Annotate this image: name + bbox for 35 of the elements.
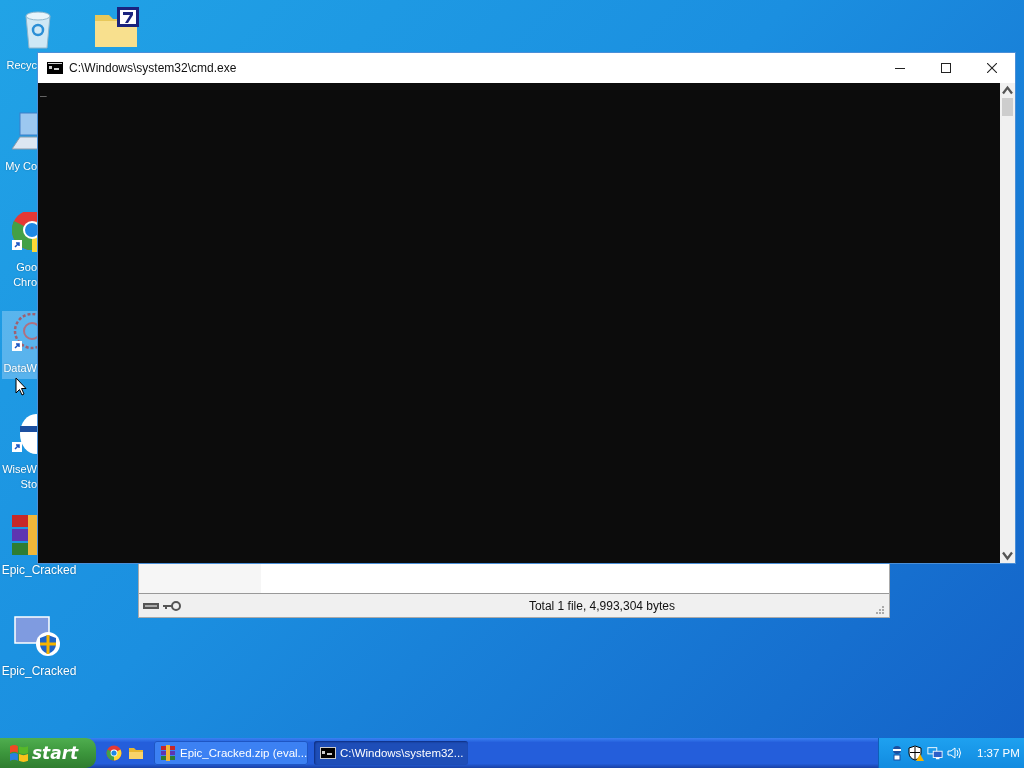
archive-icon xyxy=(12,515,38,555)
icon-label: WiseW Sto xyxy=(1,462,37,492)
taskbar-button[interactable]: Epic_Cracked.zip (eval... xyxy=(154,741,308,765)
drive-icon xyxy=(143,601,159,610)
console-icon xyxy=(47,62,63,74)
icon-label: Epic_Cracked xyxy=(0,664,78,679)
resize-grip-icon[interactable] xyxy=(875,605,885,615)
key-icon xyxy=(163,600,181,611)
start-button[interactable]: start xyxy=(0,738,96,768)
maximize-icon xyxy=(941,63,951,73)
browser-icon[interactable] xyxy=(106,745,122,761)
icon-label: Epic_Cracked xyxy=(0,563,78,578)
minimize-icon xyxy=(895,67,905,69)
icon-label: My Co xyxy=(4,159,37,174)
mouse-pointer-icon xyxy=(15,377,27,396)
computer-icon xyxy=(12,111,38,151)
icon-label: DataW xyxy=(2,361,37,376)
volume-icon[interactable] xyxy=(946,745,962,761)
status-text: Total 1 file, 4,993,304 bytes xyxy=(528,598,675,613)
shield-warning-icon[interactable] xyxy=(908,745,924,761)
taskbar-button[interactable]: C:\Windows\system32... xyxy=(314,741,468,765)
scroll-bar[interactable] xyxy=(1000,83,1015,563)
flag-icon xyxy=(10,744,28,762)
window-title: C:\Windows\system32\cmd.exe xyxy=(69,61,238,75)
console-icon xyxy=(320,745,336,761)
console-output[interactable]: _ xyxy=(38,83,1000,563)
text-cursor: _ xyxy=(40,85,47,97)
icon-label: Goo Chro xyxy=(12,260,37,290)
close-icon xyxy=(987,63,997,73)
icon-label: Recyc xyxy=(5,58,37,73)
folder-icon[interactable] xyxy=(93,7,141,49)
shield-shortcut-icon xyxy=(14,616,60,656)
clock-time[interactable]: 1:37 PM xyxy=(977,747,1020,759)
network-icon[interactable] xyxy=(927,745,943,761)
archive-icon xyxy=(160,745,176,761)
